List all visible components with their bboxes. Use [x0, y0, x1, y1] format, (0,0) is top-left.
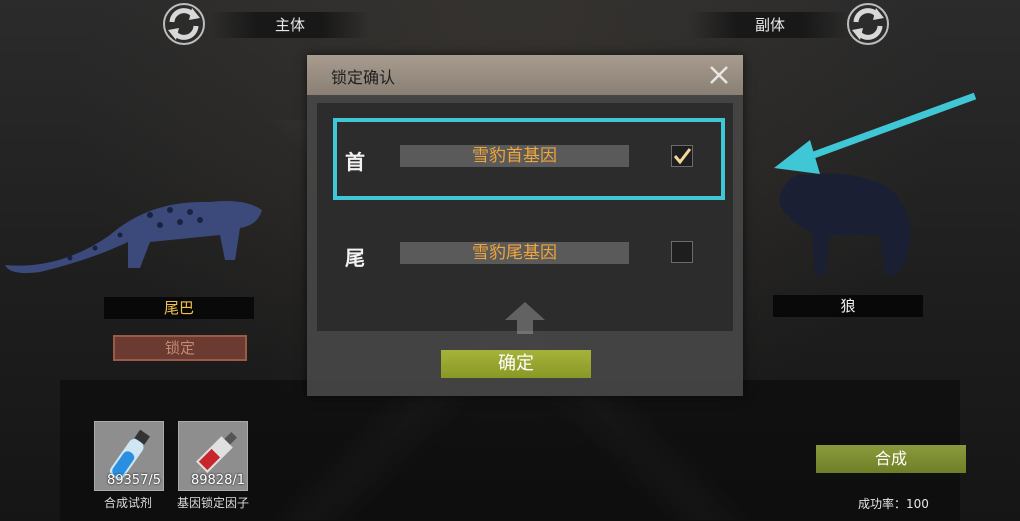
row-gene-head: 雪豹首基因 [400, 145, 629, 167]
row-key-head: 首 [345, 150, 365, 174]
main-body-label: 主体 [210, 12, 370, 38]
checkmark-icon [673, 148, 692, 165]
checkbox-tail[interactable] [671, 241, 693, 263]
right-animal-name: 狼 [773, 295, 923, 317]
left-animal-name: 尾巴 [104, 297, 254, 319]
confirm-button[interactable]: 确定 [441, 350, 591, 378]
dialog-title: 锁定确认 [331, 68, 396, 87]
swap-main-icon[interactable] [162, 2, 206, 46]
pointer-arrow-icon [774, 92, 977, 174]
reagent-count: 89357/5 [106, 473, 161, 488]
lock-button[interactable]: 锁定 [113, 335, 247, 361]
reagent-item[interactable]: 89357/5 [94, 421, 164, 491]
gene-lock-count: 89828/1 [190, 473, 245, 488]
success-rate: 成功率：100 [858, 497, 929, 511]
row-gene-tail: 雪豹尾基因 [400, 242, 629, 264]
close-icon[interactable] [707, 63, 731, 87]
wolf-model [779, 173, 911, 275]
snow-leopard-model [5, 201, 262, 274]
dialog-header: 锁定确认 [307, 55, 743, 95]
reagent-label: 合成试剂 [103, 496, 152, 510]
scroll-up-icon [505, 302, 545, 334]
gene-lock-item[interactable]: 89828/1 [178, 421, 248, 491]
combine-button[interactable]: 合成 [816, 445, 966, 473]
gene-lock-label: 基因锁定因子 [176, 496, 249, 510]
sub-body-label: 副体 [690, 12, 850, 38]
row-key-tail: 尾 [345, 246, 365, 270]
lock-confirm-dialog: 锁定确认 首 雪豹首基因 尾 雪豹尾基因 确定 [307, 55, 743, 396]
swap-sub-icon[interactable] [846, 2, 890, 46]
checkbox-head[interactable] [671, 145, 693, 167]
